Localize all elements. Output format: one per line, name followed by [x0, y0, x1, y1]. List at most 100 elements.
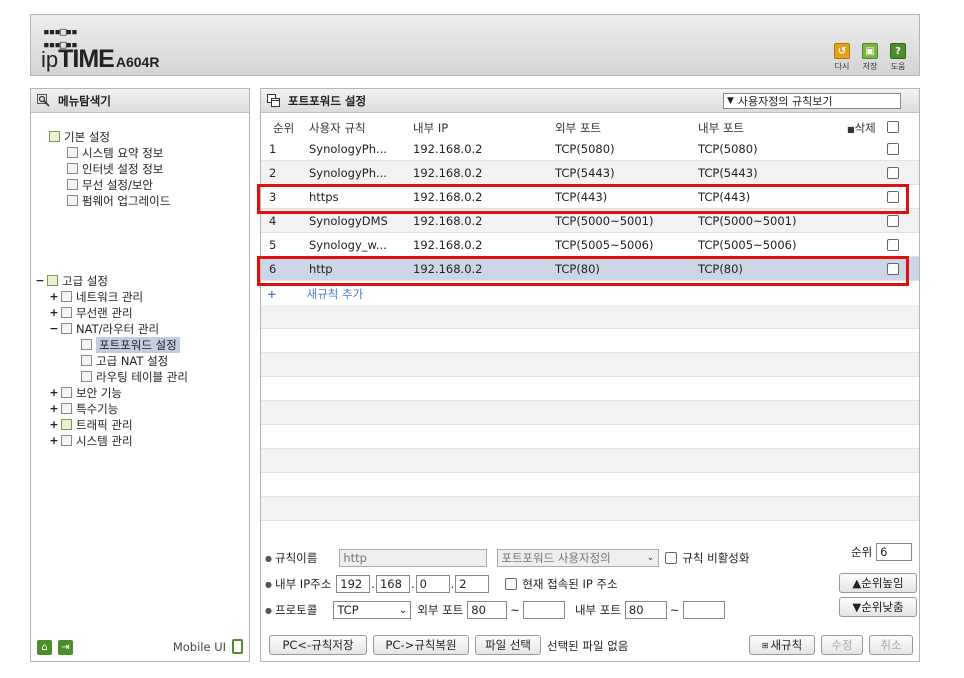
- tree-traffic[interactable]: + 트래픽 관리: [49, 417, 132, 432]
- mobile-ui-label: Mobile UI: [172, 639, 226, 654]
- table-row[interactable]: 1 SynologyPh... 192.168.0.2 TCP(5080) TC…: [261, 137, 919, 161]
- save-rules-to-pc-button[interactable]: PC<-규칙저장: [269, 635, 367, 655]
- ext-port-from-input[interactable]: 80: [467, 601, 508, 619]
- refresh-button[interactable]: ↺ 다시: [831, 43, 853, 72]
- disable-rule-label: 규칙 비활성화: [682, 551, 750, 565]
- expand-icon[interactable]: +: [49, 290, 59, 303]
- expand-icon[interactable]: +: [49, 386, 59, 399]
- order-label: 순위: [851, 545, 873, 559]
- row-delete-checkbox[interactable]: [887, 167, 899, 179]
- row-int-port: TCP(5000~5001): [698, 214, 797, 228]
- tree-nat-router[interactable]: − NAT/라우터 관리: [49, 321, 159, 336]
- refresh-label: 다시: [834, 62, 850, 71]
- view-rules-select[interactable]: ▼ 사용자정의 규칙보기: [723, 93, 901, 109]
- row-int-port: TCP(5080): [698, 142, 758, 156]
- tree-special[interactable]: + 특수기능: [49, 401, 118, 416]
- tree-port-forward[interactable]: 포트포워드 설정: [81, 336, 180, 353]
- empty-row: [261, 329, 919, 353]
- order-down-button[interactable]: ▼순위낮춤: [839, 597, 917, 617]
- ip-octet-4[interactable]: 2: [455, 575, 490, 593]
- current-ip-label: 현재 접속된 IP 주소: [522, 577, 618, 591]
- highlight-box-http: [257, 256, 909, 286]
- model-name: A604R: [115, 54, 160, 70]
- rule-name-input[interactable]: http: [339, 549, 488, 567]
- tree-security[interactable]: + 보안 기능: [49, 385, 122, 400]
- expand-icon[interactable]: +: [49, 418, 59, 431]
- ip-row: ● 내부 IP주소 192. 168. 0. 2 현재 접속된 IP 주소: [265, 575, 618, 593]
- delete-all-checkbox[interactable]: [887, 121, 899, 133]
- page-icon: [81, 371, 92, 382]
- int-port-to-input[interactable]: [682, 601, 725, 619]
- protocol-label: 프로토콜: [274, 603, 318, 617]
- chart-icon: [67, 147, 78, 158]
- col-internal-ip: 내부 IP: [413, 121, 449, 135]
- cancel-button[interactable]: 취소: [869, 635, 913, 655]
- bullet-icon: ●: [265, 579, 272, 589]
- help-button[interactable]: ? 도움: [887, 43, 909, 72]
- row-ip: 192.168.0.2: [413, 166, 483, 180]
- collapse-icon[interactable]: −: [49, 322, 59, 335]
- tree-routing-table[interactable]: 라우팅 테이블 관리: [81, 369, 188, 384]
- rule-name-label: 규칙이름: [274, 551, 318, 565]
- ip-octet-2[interactable]: 168: [375, 575, 410, 593]
- row-ext-port: TCP(5005~5006): [555, 238, 654, 252]
- menu-explorer-label: 메뉴탐색기: [58, 93, 111, 108]
- new-rule-button[interactable]: ⊞ 새규칙: [749, 635, 815, 655]
- folder-icon: [49, 131, 60, 142]
- row-delete-checkbox[interactable]: [887, 143, 899, 155]
- modify-button[interactable]: 수정: [821, 635, 863, 655]
- current-ip-checkbox[interactable]: [505, 578, 518, 590]
- protocol-select[interactable]: TCP ⌄: [333, 601, 412, 619]
- home-icon[interactable]: ⌂: [37, 639, 52, 655]
- int-port-from-input[interactable]: 80: [624, 601, 667, 619]
- tree-system-summary[interactable]: 시스템 요약 정보: [67, 145, 163, 160]
- collapse-icon[interactable]: −: [35, 274, 45, 287]
- new-rule-label: 새규칙: [770, 638, 803, 652]
- order-up-button[interactable]: ▲순위높임: [839, 573, 917, 593]
- tree-network-management[interactable]: + 네트워크 관리: [49, 289, 143, 304]
- expand-icon[interactable]: +: [49, 306, 59, 319]
- lock-icon: [61, 387, 72, 398]
- left-footer: ⌂ ⇥ Mobile UI: [31, 633, 249, 661]
- order-input[interactable]: 6: [876, 543, 913, 561]
- table-row[interactable]: 2 SynologyPh... 192.168.0.2 TCP(5443) TC…: [261, 161, 919, 185]
- chevron-down-icon: ⌄: [398, 604, 408, 616]
- empty-row: [261, 449, 919, 473]
- empty-row: [261, 305, 919, 329]
- ip-octet-1[interactable]: 192: [336, 575, 371, 593]
- preset-select[interactable]: 포트포워드 사용자정의 ⌄: [497, 549, 660, 567]
- restore-rules-from-pc-button[interactable]: PC->규칙복원: [373, 635, 469, 655]
- ext-port-to-input[interactable]: [522, 601, 565, 619]
- save-button[interactable]: ▣ 저장: [859, 43, 881, 72]
- table-row[interactable]: 5 Synology_w... 192.168.0.2 TCP(5005~500…: [261, 233, 919, 257]
- expand-icon[interactable]: +: [49, 434, 59, 447]
- chevron-down-icon: ⌄: [646, 553, 655, 563]
- tree-wlan-management[interactable]: + 무선랜 관리: [49, 305, 132, 320]
- tree-advanced-nat[interactable]: 고급 NAT 설정: [81, 353, 168, 368]
- row-name: Synology_w...: [309, 238, 387, 252]
- tree-system-management[interactable]: + 시스템 관리: [49, 433, 132, 448]
- expand-icon[interactable]: +: [49, 402, 59, 415]
- add-rule-link[interactable]: + 새규칙 추가: [267, 286, 363, 302]
- tree-firmware-upgrade[interactable]: 펌웨어 업그레이드: [67, 193, 170, 208]
- tree-basic-settings[interactable]: 기본 설정: [49, 129, 110, 144]
- ip-octet-3[interactable]: 0: [415, 575, 450, 593]
- mobile-ui-link[interactable]: Mobile UI: [173, 639, 243, 654]
- ext-port-label: 외부 포트: [417, 603, 464, 617]
- int-port-label: 내부 포트: [574, 603, 621, 617]
- tree-internet-info[interactable]: 인터넷 설정 정보: [67, 161, 163, 176]
- tree-label: 라우팅 테이블 관리: [96, 369, 188, 384]
- tree-wireless-security[interactable]: 무선 설정/보안: [67, 177, 153, 192]
- tree-advanced-settings[interactable]: − 고급 설정: [35, 273, 108, 288]
- logout-icon[interactable]: ⇥: [58, 639, 73, 655]
- file-select-button[interactable]: 파일 선택: [475, 635, 541, 655]
- order-row: 순위 6: [851, 543, 913, 561]
- header-buttons: ↺ 다시 ▣ 저장 ? 도움: [831, 43, 909, 72]
- row-delete-checkbox[interactable]: [887, 215, 899, 227]
- col-delete-label: 삭제: [854, 121, 876, 135]
- row-delete-checkbox[interactable]: [887, 239, 899, 251]
- menu-explorer-title: 메뉴탐색기: [31, 89, 249, 113]
- top-header: ▪▪▪□▪▪ ▪▪▪□▪▪ ipTIME A604R ↺ 다시 ▣ 저장 ? 도움: [30, 14, 920, 76]
- disable-rule-checkbox[interactable]: [665, 552, 678, 564]
- save-label: 저장: [862, 62, 878, 71]
